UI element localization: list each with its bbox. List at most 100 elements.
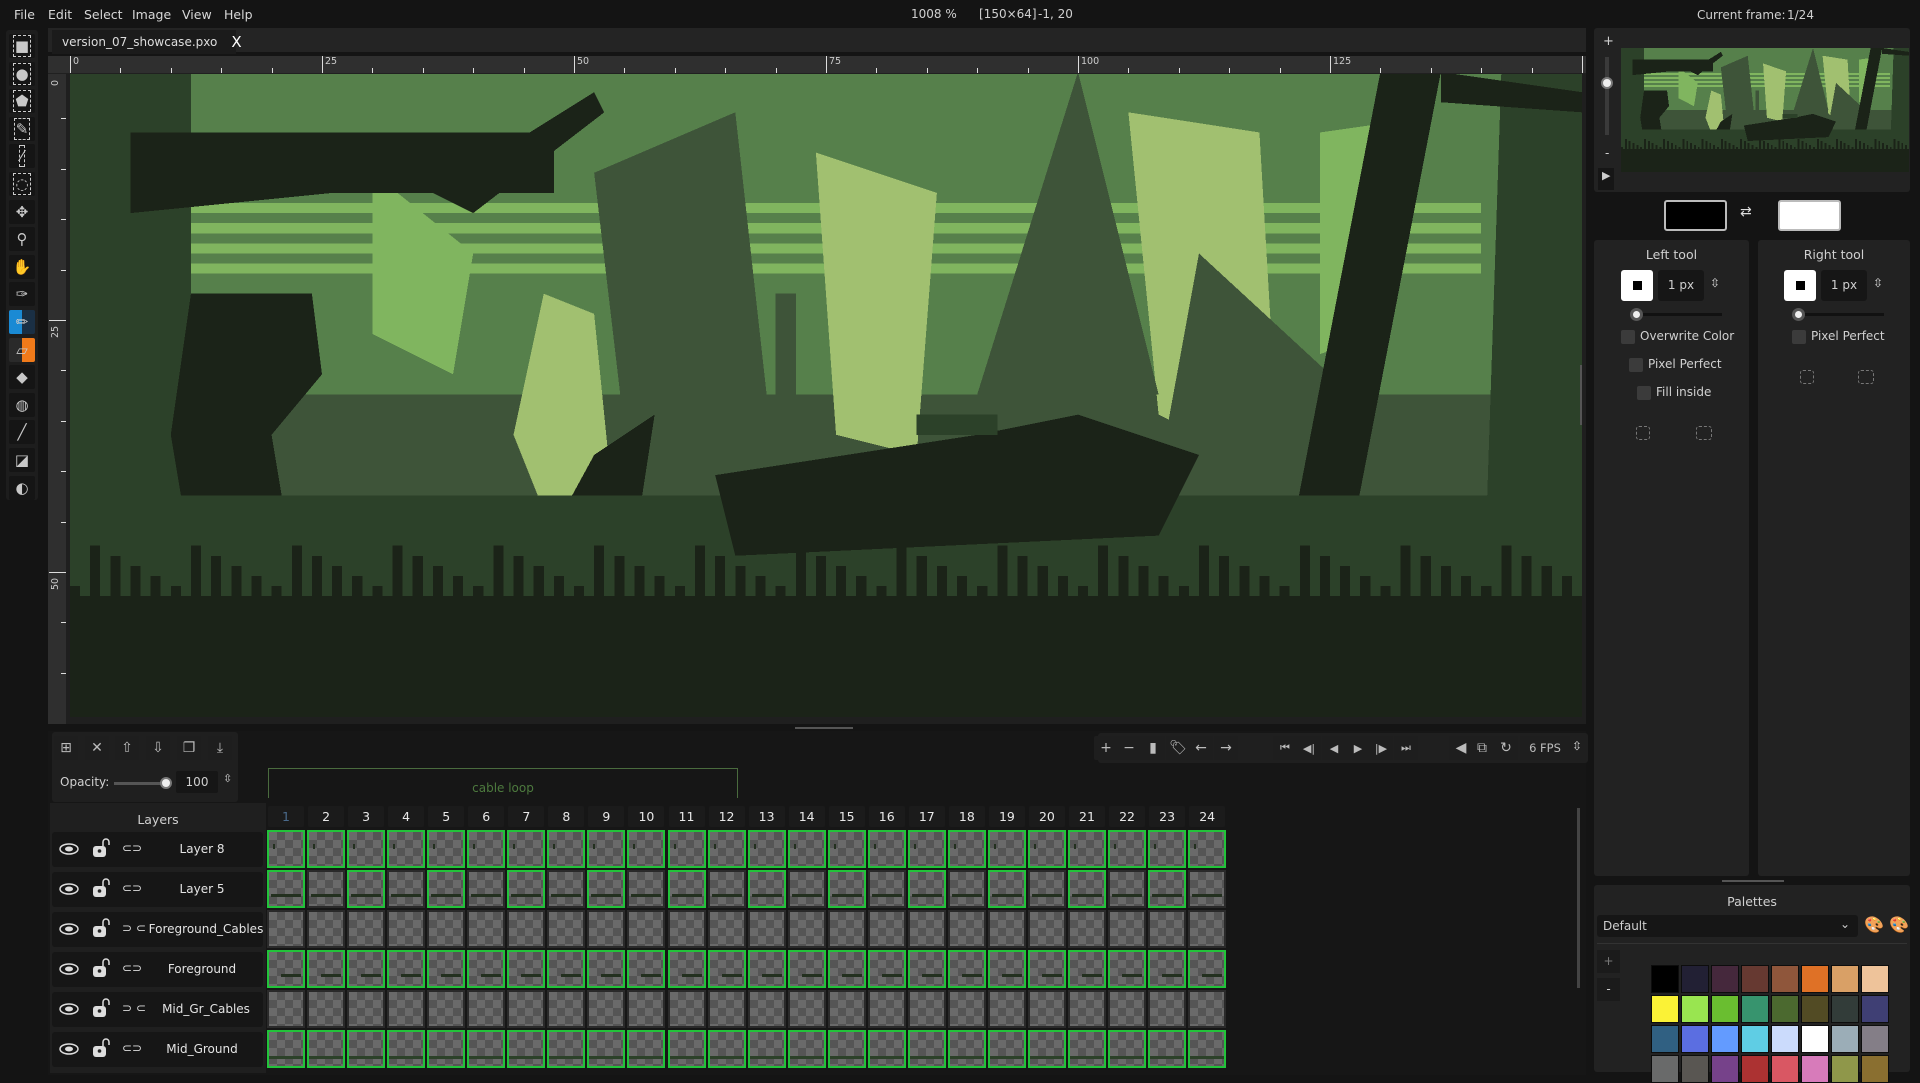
- close-icon[interactable]: X: [231, 33, 241, 51]
- add-color-button[interactable]: +: [1597, 950, 1620, 973]
- visibility-eye-icon[interactable]: [59, 963, 79, 978]
- frame-cel[interactable]: [1068, 950, 1106, 988]
- brush-type-button[interactable]: [1784, 270, 1816, 301]
- frame-cel[interactable]: [987, 1030, 1026, 1068]
- frame-cel[interactable]: [267, 990, 305, 1028]
- horizontal-scrollbar[interactable]: [795, 727, 853, 729]
- palette-swatch[interactable]: [1741, 1055, 1769, 1083]
- play-backwards-button[interactable]: ◀: [1322, 736, 1346, 760]
- palette-swatch[interactable]: [1771, 995, 1799, 1023]
- canvas[interactable]: [66, 74, 1586, 724]
- palette-swatch[interactable]: [1741, 995, 1769, 1023]
- frame-number-4[interactable]: 4: [388, 806, 425, 827]
- brush-type-button[interactable]: [1621, 270, 1653, 301]
- frame-cel[interactable]: [747, 990, 786, 1028]
- link-icon[interactable]: ⊂⊃: [122, 1041, 142, 1055]
- eraser-tool-button[interactable]: ▱: [9, 337, 35, 362]
- brush-size-input[interactable]: 1 px: [1821, 270, 1867, 301]
- frame-cel[interactable]: [307, 910, 346, 948]
- frame-cel[interactable]: [507, 950, 546, 988]
- color-select-tool-button[interactable]: ✎: [9, 116, 35, 141]
- frame-cel[interactable]: [427, 870, 466, 908]
- frame-cel[interactable]: [867, 910, 906, 948]
- move-tool-button[interactable]: ✥: [9, 199, 35, 224]
- frame-cel[interactable]: [347, 950, 386, 988]
- frame-cel[interactable]: [747, 910, 786, 948]
- magic-wand-tool-button[interactable]: ⁄: [9, 144, 35, 169]
- frame-cel[interactable]: [587, 910, 626, 948]
- frame-cel[interactable]: [587, 990, 626, 1028]
- frame-cel[interactable]: [1148, 830, 1187, 868]
- left-color-button[interactable]: [1664, 200, 1727, 231]
- frame-cel[interactable]: [707, 870, 746, 908]
- preview-zoom-in-button[interactable]: +: [1603, 34, 1614, 49]
- frame-cel[interactable]: [707, 1030, 746, 1068]
- frame-cel[interactable]: [547, 830, 586, 868]
- frame-cel[interactable]: [627, 950, 666, 988]
- link-icon[interactable]: ⊂⊃: [122, 961, 142, 975]
- palette-select[interactable]: Default ⌄: [1597, 915, 1858, 937]
- frame-number-12[interactable]: 12: [708, 806, 745, 827]
- frame-cel[interactable]: [307, 870, 346, 908]
- lasso-tool-button[interactable]: ◌: [9, 172, 35, 196]
- frame-cel[interactable]: [587, 1030, 626, 1068]
- frame-cel[interactable]: [707, 990, 746, 1028]
- unlink-icon[interactable]: ⊃⊂: [122, 921, 150, 935]
- palette-swatch[interactable]: [1681, 1055, 1709, 1083]
- frame-cel[interactable]: [267, 830, 305, 868]
- frame-cel[interactable]: [827, 950, 866, 988]
- frame-cel[interactable]: [907, 1030, 946, 1068]
- frame-cel[interactable]: [947, 950, 986, 988]
- unlink-icon[interactable]: ⊃⊂: [122, 1001, 150, 1015]
- play-forward-button[interactable]: ▶: [1346, 736, 1370, 760]
- palette-swatch[interactable]: [1711, 995, 1739, 1023]
- frame-cel[interactable]: [387, 830, 426, 868]
- remove-frame-button[interactable]: −: [1117, 736, 1141, 760]
- palette-swatch[interactable]: [1861, 995, 1889, 1023]
- palette-swatch[interactable]: [1771, 1025, 1799, 1053]
- frame-cel[interactable]: [1027, 1030, 1066, 1068]
- frame-number-23[interactable]: 23: [1149, 806, 1186, 827]
- frame-number-11[interactable]: 11: [668, 806, 705, 827]
- frame-cel[interactable]: [507, 1030, 546, 1068]
- frame-cel[interactable]: [387, 870, 426, 908]
- last-frame-button[interactable]: ⏭: [1394, 736, 1418, 760]
- frame-cel[interactable]: [1148, 990, 1187, 1028]
- lock-icon[interactable]: [92, 958, 110, 981]
- frame-cel[interactable]: [907, 950, 946, 988]
- panel-splitter[interactable]: [1722, 880, 1784, 882]
- frame-cel[interactable]: [787, 950, 826, 988]
- frame-cel[interactable]: [267, 870, 305, 908]
- pixel-art[interactable]: [70, 74, 1582, 717]
- frame-cel[interactable]: [467, 870, 506, 908]
- lock-icon[interactable]: [92, 918, 110, 941]
- frame-cel[interactable]: [467, 990, 506, 1028]
- brush-size-handle[interactable]: [1630, 308, 1643, 321]
- frame-cel[interactable]: [627, 870, 666, 908]
- frame-number-16[interactable]: 16: [868, 806, 905, 827]
- lock-icon[interactable]: [92, 1038, 110, 1061]
- palette-swatch[interactable]: [1801, 1025, 1829, 1053]
- frame-cel[interactable]: [467, 1030, 506, 1068]
- frame-cel[interactable]: [1068, 830, 1106, 868]
- frame-number-10[interactable]: 10: [628, 806, 665, 827]
- palette-swatch[interactable]: [1861, 1025, 1889, 1053]
- frame-cel[interactable]: [1108, 910, 1147, 948]
- remove-color-button[interactable]: -: [1597, 978, 1620, 1001]
- mirror-vertical-icon[interactable]: [1696, 426, 1712, 440]
- frame-cel[interactable]: [827, 910, 866, 948]
- frame-cel[interactable]: [507, 910, 546, 948]
- frame-cel[interactable]: [787, 830, 826, 868]
- palette-swatch[interactable]: [1741, 965, 1769, 993]
- frame-cel[interactable]: [1027, 910, 1066, 948]
- palette-swatch[interactable]: [1651, 1055, 1679, 1083]
- frame-cel[interactable]: [707, 950, 746, 988]
- frame-cel[interactable]: [1027, 870, 1066, 908]
- frame-cel[interactable]: [467, 830, 506, 868]
- pan-tool-button[interactable]: ✋: [9, 254, 35, 279]
- brush-size-slider[interactable]: [1634, 313, 1722, 316]
- frame-cel[interactable]: [827, 990, 866, 1028]
- bucket-tool-button[interactable]: ◆: [9, 365, 35, 390]
- frame-cel[interactable]: [827, 1030, 866, 1068]
- rectangle-tool-tool-button[interactable]: ◪: [9, 448, 35, 472]
